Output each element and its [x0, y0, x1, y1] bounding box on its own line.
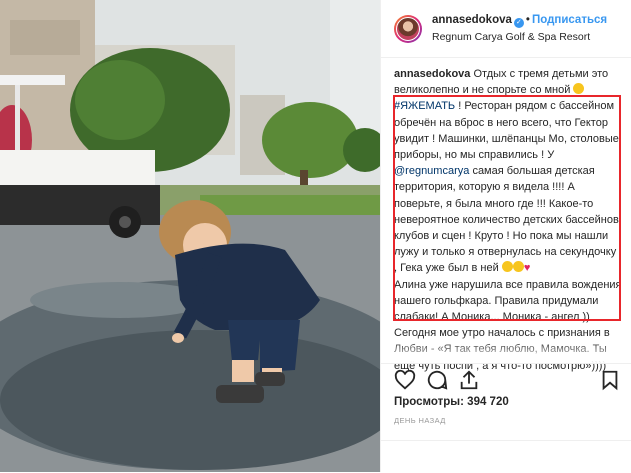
red-heart-icon: ♥	[523, 262, 531, 275]
caption-part2: самая большая детская территория, котору…	[394, 165, 622, 275]
bookmark-icon[interactable]	[599, 369, 621, 391]
post-header: annasedokova ✓ • Подписаться Regnum Carya G…	[381, 0, 631, 58]
action-bar	[381, 363, 631, 393]
post-timestamp[interactable]: ДЕНЬ НАЗАД	[394, 416, 446, 425]
caption-username[interactable]: annasedokova	[394, 68, 470, 80]
add-comment-bar[interactable]	[381, 440, 631, 473]
verified-badge-icon: ✓	[513, 18, 524, 28]
avatar[interactable]	[394, 14, 422, 43]
photo-scene	[0, 0, 380, 472]
views-count: Просмотры: 394 720	[394, 396, 509, 408]
caption-text: annasedokova Отдых с тремя детьми это ве…	[394, 66, 622, 374]
header-text: annasedokova ✓ • Подписаться Regnum Carya G…	[432, 13, 607, 44]
laughing-emoji-icon	[501, 261, 513, 273]
avatar-image	[396, 16, 420, 41]
caption-fade	[381, 340, 631, 364]
post-photo[interactable]	[0, 0, 380, 472]
laughing-emoji-icon	[512, 261, 524, 273]
post-side-panel: annasedokova ✓ • Подписаться Regnum Carya G…	[380, 0, 631, 472]
mention-link[interactable]: @regnumcarya	[394, 165, 469, 177]
laughing-emoji-icon	[573, 83, 585, 95]
views-value: 394 720	[467, 396, 509, 408]
share-icon[interactable]	[458, 369, 480, 391]
separator-dot: •	[525, 14, 530, 26]
hashtag-link[interactable]: #ЯЖЕМАТЬ	[394, 100, 455, 112]
header-username[interactable]: annasedokova	[432, 14, 512, 26]
comment-icon[interactable]	[426, 369, 448, 391]
heart-outline-icon[interactable]	[394, 369, 416, 391]
views-label: Просмотры:	[394, 396, 464, 408]
instagram-post: annasedokova ✓ • Подписаться Regnum Carya G…	[0, 0, 631, 472]
location-link[interactable]: Regnum Carya Golf & Spa Resort	[432, 30, 607, 44]
follow-button[interactable]: Подписаться	[532, 14, 607, 26]
